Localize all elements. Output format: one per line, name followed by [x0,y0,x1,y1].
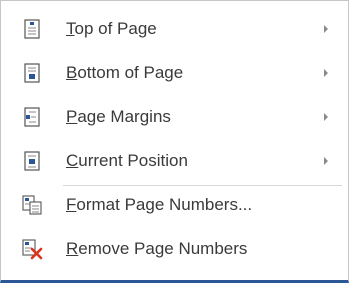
page-number-menu: Top of Page Bottom of Page Page Margins [0,0,349,283]
current-position-icon [24,151,40,171]
menu-item-label: Bottom of Page [66,63,184,82]
menu-item-remove-page-numbers[interactable]: Remove Page Numbers [1,227,348,271]
menu-item-label: Page Margins [66,107,171,126]
menu-item-current-position[interactable]: Current Position [1,139,348,183]
format-page-numbers-icon [22,195,42,215]
menu-item-label: Format Page Numbers... [66,195,253,214]
menu-item-format-page-numbers[interactable]: Format Page Numbers... [1,183,348,227]
submenu-arrow-icon [324,69,328,77]
submenu-arrow-icon [324,113,328,121]
page-top-icon [24,19,40,39]
menu-item-label: Remove Page Numbers [66,239,248,258]
submenu-arrow-icon [324,157,328,165]
menu-item-label: Top of Page [66,19,157,38]
remove-page-numbers-icon [22,239,43,260]
menu-item-bottom-of-page[interactable]: Bottom of Page [1,51,348,95]
page-margins-icon [24,107,40,127]
page-bottom-icon [24,63,40,83]
menu-item-top-of-page[interactable]: Top of Page [1,7,348,51]
menu-item-label: Current Position [66,151,188,170]
submenu-arrow-icon [324,25,328,33]
menu-item-page-margins[interactable]: Page Margins [1,95,348,139]
